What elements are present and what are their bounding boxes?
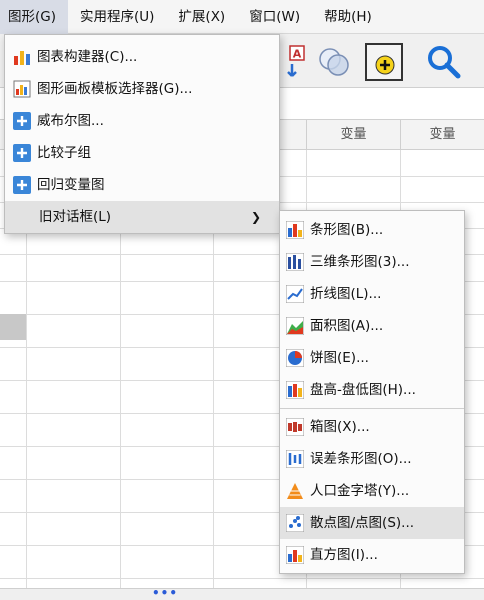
menu-item-label: 误差条形图(O)... (310, 451, 412, 467)
plus-icon (13, 144, 31, 162)
plus-icon (13, 176, 31, 194)
histogram-icon (286, 546, 304, 564)
column-header-var[interactable]: 变量 (306, 120, 400, 150)
menu-item-histogram[interactable]: 直方图(I)... (280, 539, 464, 571)
menu-item-regression-plots[interactable]: 回归变量图 (5, 169, 279, 201)
menu-item-boxplot[interactable]: 箱图(X)... (280, 411, 464, 443)
menu-item-scatter-dot[interactable]: 散点图/点图(S)... (280, 507, 464, 539)
search-icon[interactable] (424, 42, 464, 82)
menu-item-label: 盘高-盘低图(H)... (310, 382, 416, 398)
menu-item-label: 图形画板模板选择器(G)... (37, 81, 193, 97)
add-variable-icon[interactable] (364, 42, 404, 82)
menu-graphs[interactable]: 图形(G) (0, 0, 68, 34)
menu-item-label: 箱图(X)... (310, 419, 370, 435)
menu-item-label: 三维条形图(3)... (310, 254, 410, 270)
graphs-menu: 图表构建器(C)... 图形画板模板选择器(G)... 威布尔图... 比较子组… (4, 34, 280, 234)
menu-item-label: 直方图(I)... (310, 547, 378, 563)
area-chart-icon (286, 317, 304, 335)
menu-item-label: 威布尔图... (37, 113, 104, 129)
error-bar-icon (286, 450, 304, 468)
menu-utilities[interactable]: 实用程序(U) (68, 0, 166, 34)
menu-item-label: 折线图(L)... (310, 286, 382, 302)
menu-item-label: 回归变量图 (37, 177, 105, 193)
3d-bar-chart-icon (286, 253, 304, 271)
menu-item-pie-chart[interactable]: 饼图(E)... (280, 342, 464, 374)
menu-item-label: 图表构建器(C)... (37, 49, 138, 65)
overlap-circles-icon[interactable] (314, 42, 354, 82)
bar-chart-icon (286, 221, 304, 239)
chevron-right-icon: ❯ (250, 210, 261, 224)
high-low-chart-icon (286, 381, 304, 399)
plus-icon (13, 112, 31, 130)
svg-text:A: A (293, 48, 302, 61)
pie-chart-icon (286, 349, 304, 367)
menu-item-compare-subgroups[interactable]: 比较子组 (5, 137, 279, 169)
boxplot-icon (286, 418, 304, 436)
menu-item-label: 条形图(B)... (310, 222, 384, 238)
menu-item-label: 面积图(A)... (310, 318, 384, 334)
column-header-var[interactable]: 变量 (400, 120, 484, 150)
scatter-icon (286, 514, 304, 532)
menu-item-chart-builder[interactable]: 图表构建器(C)... (5, 41, 279, 73)
menu-item-weibull[interactable]: 威布尔图... (5, 105, 279, 137)
menu-item-label: 人口金字塔(Y)... (310, 483, 410, 499)
menu-item-template-chooser[interactable]: 图形画板模板选择器(G)... (5, 73, 279, 105)
status-strip (0, 588, 484, 600)
menu-item-bar-chart[interactable]: 条形图(B)... (280, 214, 464, 246)
menu-window[interactable]: 窗口(W) (237, 0, 312, 34)
menu-item-label: 散点图/点图(S)... (310, 515, 415, 531)
menu-item-label: 饼图(E)... (310, 350, 369, 366)
line-chart-icon (286, 285, 304, 303)
menu-item-label: 比较子组 (37, 145, 91, 161)
menu-item-high-low-chart[interactable]: 盘高-盘低图(H)... (280, 374, 464, 406)
splitter-handle[interactable]: ••• (152, 586, 178, 600)
menu-extensions[interactable]: 扩展(X) (166, 0, 237, 34)
menubar: 图形(G) 实用程序(U) 扩展(X) 窗口(W) 帮助(H) (0, 0, 484, 34)
menu-item-population-pyramid[interactable]: 人口金字塔(Y)... (280, 475, 464, 507)
menu-item-line-chart[interactable]: 折线图(L)... (280, 278, 464, 310)
template-chooser-icon (13, 80, 31, 98)
menu-help[interactable]: 帮助(H) (312, 0, 384, 34)
legacy-dialogs-submenu: 条形图(B)... 三维条形图(3)... 折线图(L)... 面积图(A)..… (279, 210, 465, 574)
menu-item-legacy-dialogs[interactable]: 旧对话框(L) ❯ (5, 201, 279, 233)
menu-item-3d-bar-chart[interactable]: 三维条形图(3)... (280, 246, 464, 278)
menu-item-area-chart[interactable]: 面积图(A)... (280, 310, 464, 342)
menu-item-label: 旧对话框(L) (39, 209, 112, 225)
selected-row-header[interactable] (0, 314, 26, 340)
chart-builder-icon (14, 51, 30, 65)
menu-item-error-bar[interactable]: 误差条形图(O)... (280, 443, 464, 475)
pyramid-icon (287, 483, 303, 499)
menu-separator (280, 408, 464, 409)
grid-line (0, 578, 484, 579)
